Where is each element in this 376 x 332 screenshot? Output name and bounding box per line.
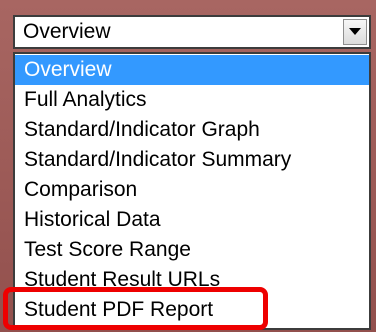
chevron-down-icon (349, 28, 361, 35)
option-full-analytics[interactable]: Full Analytics (15, 85, 369, 115)
option-test-score-range[interactable]: Test Score Range (15, 235, 369, 265)
option-standard-indicator-graph[interactable]: Standard/Indicator Graph (15, 115, 369, 145)
option-comparison[interactable]: Comparison (15, 175, 369, 205)
option-standard-indicator-summary[interactable]: Standard/Indicator Summary (15, 145, 369, 175)
report-type-select[interactable]: Overview (13, 15, 371, 49)
dropdown-button[interactable] (343, 19, 367, 45)
option-overview[interactable]: Overview (15, 55, 369, 85)
highlight-annotation-box (3, 287, 268, 330)
select-current-value: Overview (23, 20, 111, 43)
option-historical-data[interactable]: Historical Data (15, 205, 369, 235)
